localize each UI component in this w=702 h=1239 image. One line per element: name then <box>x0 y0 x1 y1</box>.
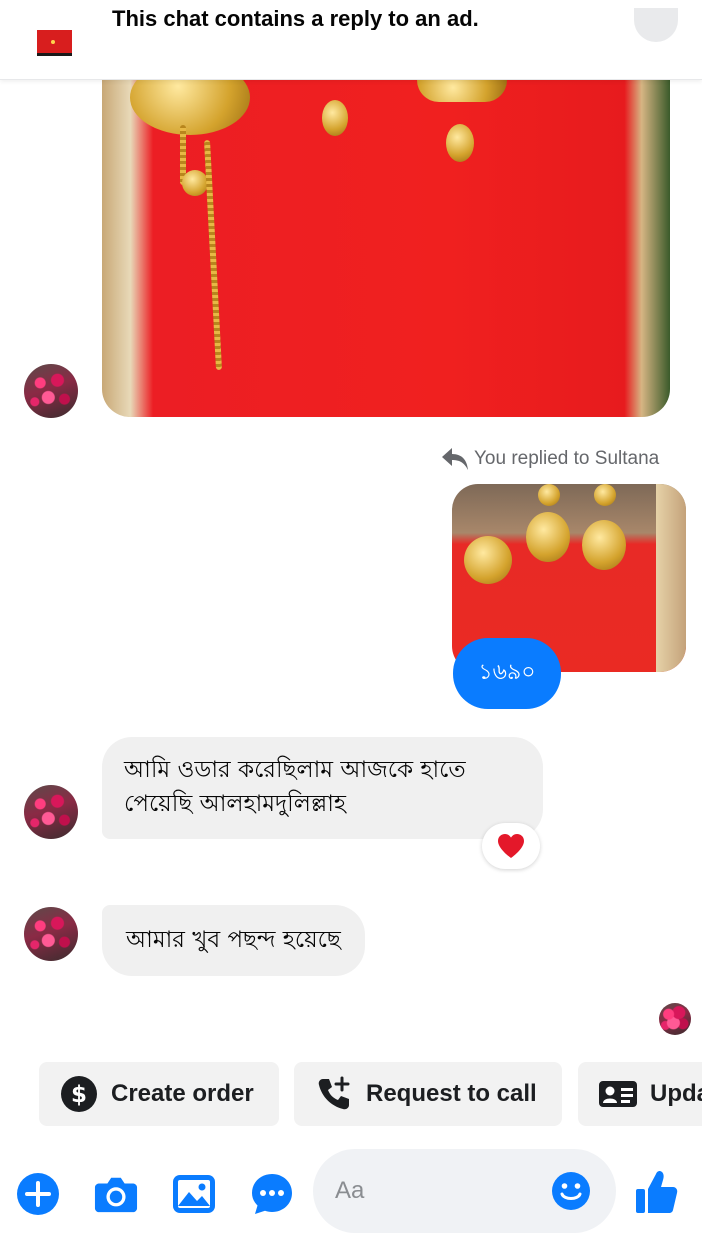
plus-icon[interactable] <box>16 1172 60 1216</box>
svg-text:$: $ <box>71 1082 87 1108</box>
emoji-icon[interactable] <box>551 1171 591 1211</box>
create-order-button[interactable]: $ Create order <box>39 1062 279 1126</box>
close-icon[interactable] <box>634 8 678 42</box>
message-input-placeholder: Aa <box>335 1177 365 1204</box>
banner-text: This chat contains a reply to an ad. <box>112 8 479 30</box>
chat-more-icon[interactable] <box>250 1172 294 1216</box>
message-input[interactable]: Aa <box>313 1149 616 1233</box>
jewelry-image-message[interactable] <box>102 60 670 417</box>
request-to-call-button[interactable]: Request to call <box>294 1062 562 1126</box>
reply-icon <box>442 448 468 470</box>
earring-image-part <box>594 484 616 506</box>
contact-avatar[interactable] <box>24 364 78 418</box>
ad-reply-banner[interactable]: This chat contains a reply to an ad. <box>0 0 702 80</box>
seen-receipt-avatar <box>659 1003 691 1035</box>
earring-image-part <box>538 484 560 506</box>
earring-image-part <box>582 520 626 570</box>
update-label: Upda <box>650 1080 702 1107</box>
incoming-message[interactable]: আমার খুব পছন্দ হয়েছে <box>102 905 365 976</box>
update-button[interactable]: Upda <box>578 1062 702 1126</box>
earring-image-part <box>322 100 348 136</box>
contact-avatar[interactable] <box>24 785 78 839</box>
ad-thumbnail <box>37 30 72 56</box>
id-card-icon <box>598 1074 638 1114</box>
dollar-icon: $ <box>59 1074 99 1114</box>
message-reaction[interactable] <box>482 823 540 869</box>
incoming-message[interactable]: আমি ওডার করেছিলাম আজকে হাতে পেয়েছি আলহা… <box>102 737 543 839</box>
contact-avatar[interactable] <box>24 907 78 961</box>
earring-image-part <box>417 80 507 102</box>
reply-notice: You replied to Sultana <box>440 446 659 472</box>
earring-image-part <box>446 124 474 162</box>
earring-image-part <box>182 170 208 196</box>
thumbs-up-icon[interactable] <box>634 1168 680 1216</box>
heart-icon <box>498 834 524 858</box>
create-order-label: Create order <box>111 1080 254 1107</box>
earring-image-part <box>464 536 512 584</box>
camera-icon[interactable] <box>94 1172 138 1216</box>
earring-image-part <box>526 512 570 562</box>
request-to-call-label: Request to call <box>366 1080 537 1107</box>
outgoing-price-message[interactable]: ১৬৯০ <box>453 638 561 709</box>
earring-image-part <box>203 140 223 370</box>
gallery-icon[interactable] <box>172 1172 216 1216</box>
phone-add-icon <box>314 1074 354 1114</box>
reply-notice-text: You replied to Sultana <box>474 448 660 469</box>
